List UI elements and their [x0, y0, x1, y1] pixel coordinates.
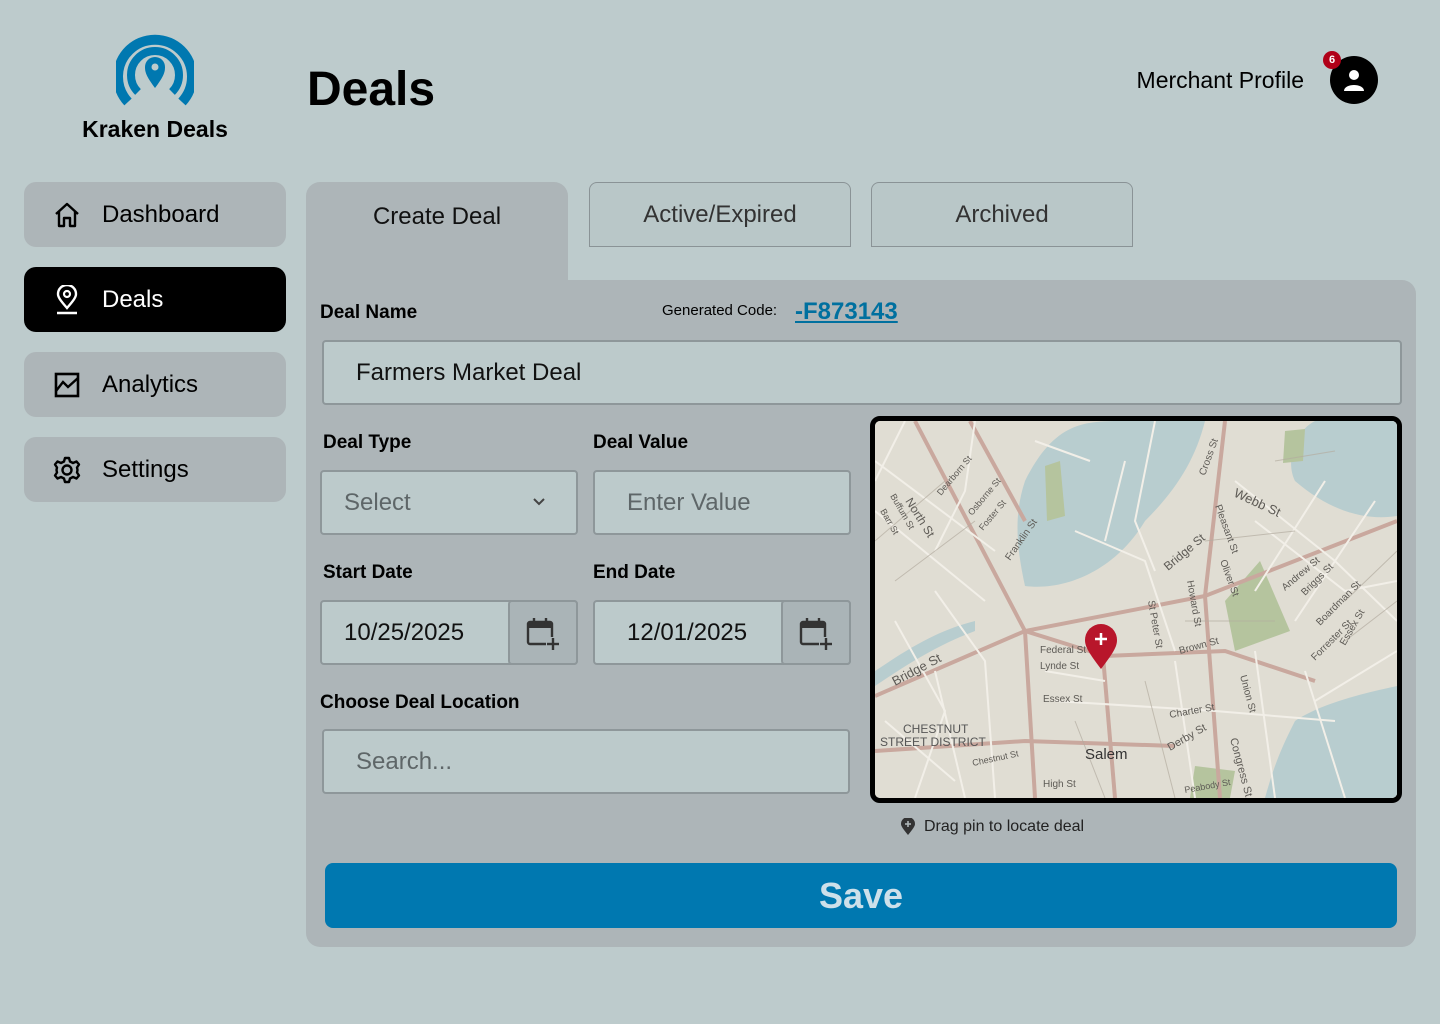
- tab-active-expired[interactable]: Active/Expired: [589, 182, 851, 247]
- save-button[interactable]: Save: [325, 863, 1397, 928]
- svg-text:Essex St: Essex St: [1043, 694, 1083, 705]
- location-search-input[interactable]: Search...: [322, 729, 850, 794]
- brand-name: Kraken Deals: [82, 116, 228, 142]
- deal-type-label: Deal Type: [323, 432, 412, 453]
- start-date-picker-button[interactable]: [508, 600, 578, 665]
- generated-code-link[interactable]: -F873143: [795, 298, 898, 326]
- map-image: North St Bridge St Webb St Bridge St Fed…: [875, 421, 1397, 798]
- start-date-label: Start Date: [323, 562, 413, 583]
- deal-name-label: Deal Name: [320, 302, 418, 323]
- start-date-value: 10/25/2025: [344, 618, 465, 646]
- page-title: Deals: [307, 63, 436, 116]
- home-icon: [52, 200, 82, 230]
- generated-code-label: Generated Code:: [662, 302, 778, 319]
- tab-create-deal[interactable]: Create Deal: [306, 182, 568, 282]
- svg-text:CHESTNUT: CHESTNUT: [903, 722, 969, 736]
- end-date-picker-button[interactable]: [781, 600, 851, 665]
- kraken-logo-icon: [116, 34, 194, 106]
- calendar-add-icon: [799, 617, 833, 650]
- sidebar-item-dashboard[interactable]: Dashboard: [24, 182, 286, 247]
- notification-badge: 6: [1323, 51, 1341, 69]
- sidebar-item-label: Deals: [102, 285, 164, 313]
- deal-location-map[interactable]: North St Bridge St Webb St Bridge St Fed…: [870, 416, 1402, 803]
- sidebar-item-label: Analytics: [102, 370, 199, 398]
- svg-text:Federal St: Federal St: [1040, 645, 1086, 656]
- end-date-label: End Date: [593, 562, 676, 583]
- merchant-profile[interactable]: Merchant Profile 6: [1137, 51, 1378, 104]
- end-date-input[interactable]: 12/01/2025: [593, 600, 851, 665]
- sidebar: Dashboard Deals Analytics Settings: [24, 182, 286, 522]
- deal-name-input[interactable]: Farmers Market Deal: [322, 340, 1402, 405]
- sidebar-item-deals[interactable]: Deals: [24, 267, 286, 332]
- sidebar-item-label: Settings: [102, 455, 189, 483]
- deal-value-label: Deal Value: [593, 432, 689, 453]
- chart-icon: [52, 370, 82, 400]
- brand-logo: Kraken Deals: [70, 30, 240, 143]
- sidebar-item-analytics[interactable]: Analytics: [24, 352, 286, 417]
- create-deal-panel: Deal Name Generated Code: -F873143 Farme…: [306, 280, 1416, 947]
- svg-text:STREET DISTRICT: STREET DISTRICT: [880, 735, 986, 749]
- location-pin-icon: [52, 284, 82, 315]
- sidebar-item-settings[interactable]: Settings: [24, 437, 286, 502]
- start-date-input[interactable]: 10/25/2025: [320, 600, 578, 665]
- map-hint: Drag pin to locate deal: [900, 818, 1084, 836]
- svg-text:High St: High St: [1043, 779, 1076, 790]
- gear-icon: [52, 455, 82, 485]
- deal-value-input[interactable]: Enter Value: [593, 470, 851, 535]
- user-icon: [1344, 70, 1364, 91]
- avatar[interactable]: 6: [1323, 51, 1378, 104]
- end-date-value: 12/01/2025: [627, 618, 748, 646]
- chevron-down-icon: [533, 498, 545, 506]
- sidebar-item-label: Dashboard: [102, 200, 220, 228]
- location-pin-icon: [901, 818, 915, 835]
- calendar-add-icon: [526, 617, 560, 650]
- svg-text:Salem: Salem: [1085, 746, 1128, 763]
- profile-label[interactable]: Merchant Profile: [1137, 67, 1304, 94]
- deal-type-selected: Select: [344, 488, 411, 516]
- location-label: Choose Deal Location: [320, 692, 520, 713]
- deal-type-select[interactable]: Select: [320, 470, 578, 535]
- tab-archived[interactable]: Archived: [871, 182, 1133, 247]
- map-hint-text: Drag pin to locate deal: [924, 818, 1085, 835]
- svg-text:Lynde St: Lynde St: [1040, 661, 1079, 672]
